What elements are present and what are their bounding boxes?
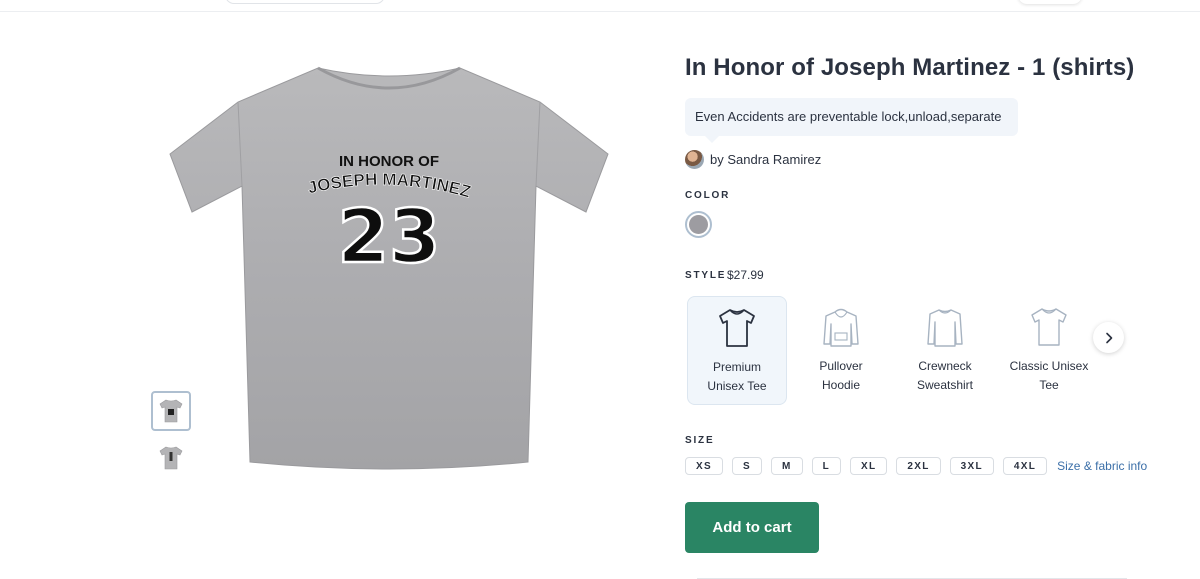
size-option-4xl[interactable]: 4XL (1002, 457, 1048, 475)
size-option-xs[interactable]: XS (685, 457, 723, 475)
product-title: In Honor of Joseph Martinez - 1 (shirts) (685, 54, 1135, 81)
avatar (685, 150, 704, 169)
tshirt-thumbnail-icon (159, 446, 183, 470)
size-options: XS S M L XL 2XL 3XL 4XL Size & fabric in… (685, 457, 1147, 475)
shirt-print-number: 23 (338, 194, 441, 280)
thumbnail-front[interactable] (151, 391, 191, 431)
style-option-label: Crewneck Sweatshirt (916, 359, 974, 392)
color-label: COLOR (685, 190, 731, 201)
style-option-crewneck-sweatshirt[interactable]: Crewneck Sweatshirt (895, 296, 995, 405)
size-option-m[interactable]: M (770, 457, 803, 475)
style-option-label: Premium Unisex Tee (707, 360, 767, 393)
hoodie-icon (823, 308, 859, 347)
style-price: $27.99 (727, 268, 764, 282)
search-input[interactable] (225, 0, 385, 4)
top-header-bar (0, 0, 1200, 12)
style-option-pullover-hoodie[interactable]: Pullover Hoodie (791, 296, 891, 405)
styles-next-button[interactable] (1093, 322, 1124, 353)
color-swatch-selected[interactable] (685, 211, 712, 238)
author-name[interactable]: by Sandra Ramirez (710, 152, 821, 167)
chevron-right-icon (1105, 332, 1112, 343)
size-option-2xl[interactable]: 2XL (896, 457, 941, 475)
product-description: Even Accidents are preventable lock,unlo… (685, 98, 1018, 143)
header-menu-button[interactable] (1018, 0, 1082, 4)
color-swatch-fill (689, 215, 708, 234)
size-option-s[interactable]: S (731, 457, 762, 475)
tshirt-icon (719, 309, 755, 347)
thumbnail-back[interactable] (151, 438, 191, 478)
style-option-classic-unisex-tee[interactable]: Classic Unisex Tee (999, 296, 1099, 405)
shirt-print-line1: IN HONOR OF (339, 153, 439, 170)
tshirt-icon (1031, 308, 1067, 346)
style-options: Premium Unisex Tee Pullover Hoodie Crewn… (687, 296, 1103, 405)
tshirt-thumbnail-icon (159, 399, 183, 423)
sweatshirt-icon (927, 309, 963, 347)
style-option-premium-unisex-tee[interactable]: Premium Unisex Tee (687, 296, 787, 405)
size-option-l[interactable]: L (811, 457, 841, 475)
size-option-xl[interactable]: XL (850, 457, 888, 475)
size-label: SIZE (685, 435, 715, 446)
size-option-3xl[interactable]: 3XL (949, 457, 994, 475)
size-fabric-info-link[interactable]: Size & fabric info (1057, 459, 1147, 473)
add-to-cart-button[interactable]: Add to cart (685, 502, 819, 553)
product-main-image[interactable]: IN HONOR OF JOSEPH MARTINEZ 23 (168, 62, 610, 474)
style-option-label: Classic Unisex Tee (1009, 359, 1089, 392)
style-option-label: Pullover Hoodie (819, 359, 863, 392)
style-label: STYLE (685, 270, 727, 281)
author-line[interactable]: by Sandra Ramirez (685, 150, 821, 169)
